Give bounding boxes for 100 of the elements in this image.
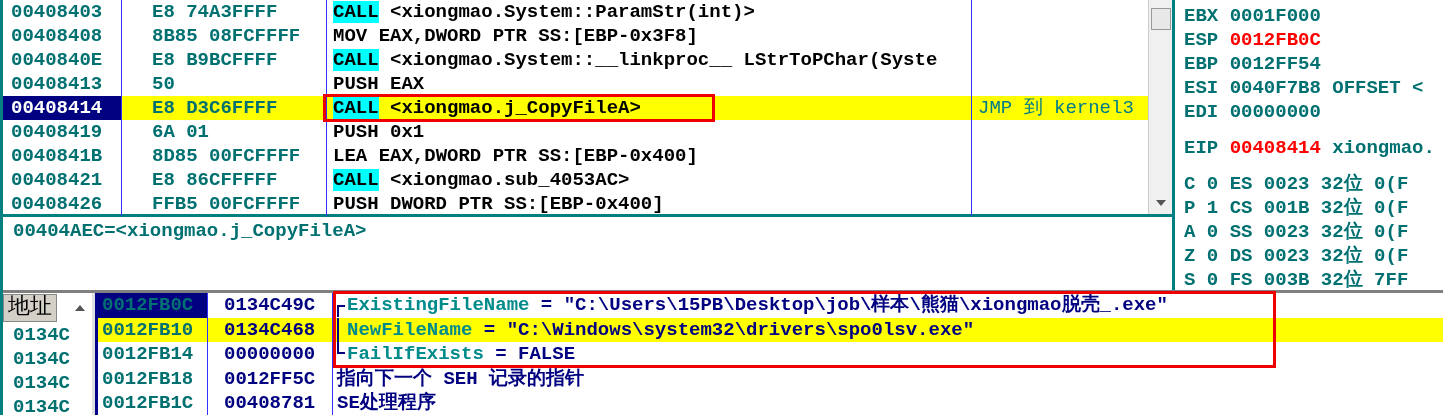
flag-value: 0 xyxy=(1206,269,1219,290)
stack-address: 0012FB1C xyxy=(102,392,194,414)
flag-name: S xyxy=(1184,269,1196,290)
register-value: 0040F7B8 xyxy=(1229,77,1321,99)
mnemonic-text: PUSH xyxy=(333,73,379,95)
info-text: 00404AEC=<xiongmao.j_CopyFileA> xyxy=(13,220,367,242)
segment-selector: 0023 xyxy=(1263,245,1310,267)
mnemonic-text: MOV xyxy=(333,25,368,47)
mnemonic-text: CALL xyxy=(333,97,379,119)
comment-text: JMP 到 kernel3 xyxy=(978,97,1134,119)
dump-address: 0134C xyxy=(13,396,70,415)
parameter-value: = FALSE xyxy=(495,343,576,365)
flag-value: 0 xyxy=(1206,221,1219,243)
register-value: 0001F000 xyxy=(1229,5,1321,27)
segment-base: 7FF xyxy=(1374,269,1409,290)
segment-name: CS xyxy=(1229,197,1253,219)
hex-bytes: E8 B9BCFFFF xyxy=(152,49,278,71)
stack-value: 0134C49C xyxy=(224,294,316,316)
segment-name: DS xyxy=(1229,245,1253,267)
address-text: 0040841B xyxy=(11,145,103,167)
dump-address: 0134C xyxy=(13,372,70,394)
segment-name: FS xyxy=(1229,269,1253,290)
segment-name: SS xyxy=(1229,221,1253,243)
segment-base: 0(F xyxy=(1374,197,1409,219)
mnemonic-text: LEA xyxy=(333,145,368,167)
scrollbar[interactable] xyxy=(1148,0,1172,214)
operand-text: <xiongmao.System::ParamStr(int)> xyxy=(390,1,755,23)
scroll-down-icon[interactable] xyxy=(1155,200,1166,206)
stack-address: 0012FB10 xyxy=(102,318,194,341)
flag-name: Z xyxy=(1184,245,1196,267)
operand-text: <xiongmao.j_CopyFileA> xyxy=(390,97,641,119)
parameter-name: FailIfExists xyxy=(347,343,484,365)
segment-base: 0(F xyxy=(1374,173,1409,195)
stack-value: 0134C468 xyxy=(224,318,316,341)
hex-bytes: E8 86CFFFFF xyxy=(152,169,278,191)
address-text: 00408426 xyxy=(11,193,103,215)
flag-name: C xyxy=(1184,173,1196,195)
operand-text: EAX,DWORD PTR SS:[EBP-0x400] xyxy=(378,145,698,167)
flag-value: 0 xyxy=(1206,173,1219,195)
segment-base: 0(F xyxy=(1374,221,1409,243)
segment-bits: 32位 xyxy=(1320,173,1363,195)
hex-bytes: FFB5 00FCFFFF xyxy=(152,193,301,215)
mnemonic-text: CALL xyxy=(333,49,379,71)
operand-text: <xiongmao.sub_4053AC> xyxy=(390,169,630,191)
segment-bits: 32位 xyxy=(1320,197,1363,219)
flag-name: P xyxy=(1184,197,1196,219)
address-text: 00408413 xyxy=(11,73,103,95)
register-note: xiongmao. xyxy=(1332,137,1435,159)
stack-comment: SE处理程序 xyxy=(337,392,436,414)
register-note: OFFSET < xyxy=(1332,77,1424,99)
stack-comment: 指向下一个 SEH 记录的指针 xyxy=(337,367,584,390)
register-name: EBX xyxy=(1184,5,1219,27)
register-name: EIP xyxy=(1184,137,1219,159)
flag-value: 0 xyxy=(1206,245,1219,267)
register-name: ESP xyxy=(1184,29,1219,51)
address-text: 00408414 xyxy=(11,97,103,119)
address-text: 00408403 xyxy=(11,1,103,23)
operand-text: EAX,DWORD PTR SS:[EBP-0x3F8] xyxy=(378,25,698,47)
stack-value: 0012FF5C xyxy=(224,367,316,390)
register-value: 0012FF54 xyxy=(1229,53,1321,75)
address-text: 0040840E xyxy=(11,49,103,71)
segment-base: 0(F xyxy=(1374,245,1409,267)
segment-bits: 32位 xyxy=(1320,269,1363,290)
operand-text: 0x1 xyxy=(390,121,425,143)
hex-bytes: 8D85 00FCFFFF xyxy=(152,145,301,167)
register-value: 0012FB0C xyxy=(1229,29,1321,51)
flag-value: 1 xyxy=(1206,197,1219,219)
mnemonic-text: PUSH xyxy=(333,193,379,215)
column-header[interactable]: 地址 xyxy=(3,294,57,322)
segment-selector: 0023 xyxy=(1263,221,1310,243)
scrollbar-thumb[interactable] xyxy=(1150,8,1171,30)
stack-value: 00000000 xyxy=(224,343,316,365)
segment-selector: 003B xyxy=(1263,269,1310,290)
operand-text: <xiongmao.System::__linkproc__ LStrToPChar(Syste xyxy=(390,49,938,71)
segment-bits: 32位 xyxy=(1320,221,1363,243)
flag-name: A xyxy=(1184,221,1196,243)
register-name: EDI xyxy=(1184,101,1219,123)
segment-name: ES xyxy=(1229,173,1253,195)
stack-value: 00408781 xyxy=(224,392,316,414)
scroll-up-icon[interactable] xyxy=(75,305,85,311)
dump-address: 0134C xyxy=(13,324,70,346)
hex-bytes: E8 74A3FFFF xyxy=(152,1,278,23)
stack-address: 0012FB0C xyxy=(102,294,194,316)
address-text: 00408419 xyxy=(11,121,103,143)
hex-bytes: 6A 01 xyxy=(152,121,209,143)
parameter-value: = "C:\Users\15PB\Desktop\job\样本\熊猫\xiongmao脱壳_.exe" xyxy=(540,294,1168,316)
parameter-name: ExistingFileName xyxy=(347,294,530,316)
hex-bytes: 50 xyxy=(152,73,175,95)
address-text: 00408421 xyxy=(11,169,103,191)
operand-text: EAX xyxy=(390,73,425,95)
mnemonic-text: CALL xyxy=(333,1,379,23)
register-name: EBP xyxy=(1184,53,1219,75)
register-value: 00000000 xyxy=(1229,101,1321,123)
parameter-value: = "C:\Windows\system32\drivers\spo0lsv.exe" xyxy=(483,318,975,341)
segment-selector: 0023 xyxy=(1263,173,1310,195)
hex-bytes: E8 D3C6FFFF xyxy=(152,97,278,119)
dump-address: 0134C xyxy=(13,348,70,370)
stack-address: 0012FB14 xyxy=(102,343,194,365)
operand-text: DWORD PTR SS:[EBP-0x400] xyxy=(390,193,664,215)
segment-bits: 32位 xyxy=(1320,245,1363,267)
